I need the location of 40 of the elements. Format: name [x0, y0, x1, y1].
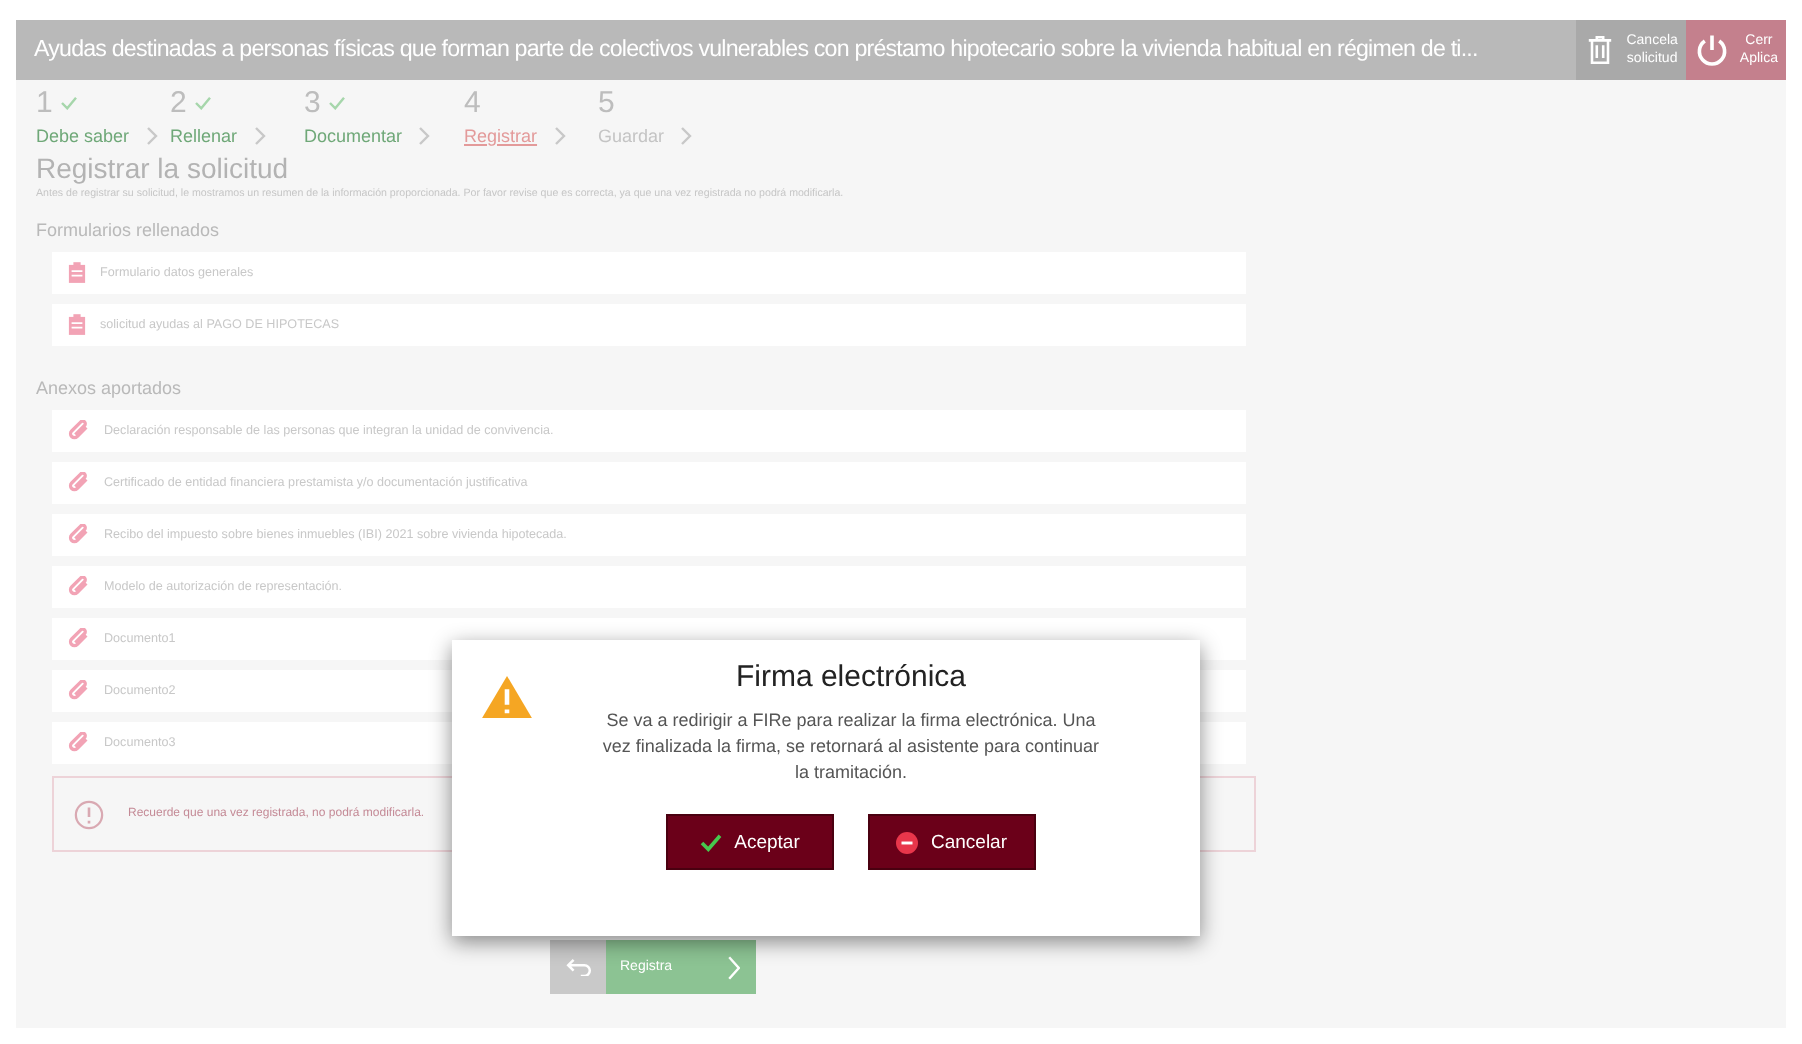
- minus-circle-icon: [896, 831, 919, 853]
- paperclip-icon: [68, 524, 90, 546]
- back-button[interactable]: [550, 940, 606, 994]
- paperclip-icon: [68, 732, 90, 754]
- step-link[interactable]: Debe saber: [36, 126, 130, 146]
- paperclip-icon: [68, 680, 90, 702]
- paperclip-icon: [68, 472, 90, 494]
- trash-icon: [1584, 34, 1617, 66]
- accept-button[interactable]: Aceptar: [666, 814, 834, 870]
- paperclip-icon: [68, 420, 90, 442]
- exclamation-icon: [74, 799, 104, 829]
- chevron-icon: [728, 955, 740, 979]
- chevron-icon: [680, 126, 693, 146]
- step-number: 4: [464, 86, 481, 120]
- chevron-icon: [553, 126, 566, 146]
- paperclip-icon: [68, 628, 90, 650]
- clipboard-icon: [68, 262, 86, 284]
- paperclip-icon: [68, 576, 90, 598]
- step-number: 1: [36, 86, 53, 120]
- check-icon: [700, 833, 723, 851]
- power-icon: [1693, 32, 1730, 68]
- chevron-icon: [253, 126, 266, 146]
- section-title: Anexos aportados: [36, 378, 184, 398]
- section-heading: Registrar la solicitud: [36, 152, 291, 184]
- cancel-button[interactable]: Cancelar: [868, 814, 1036, 870]
- clipboard-icon: [68, 314, 86, 336]
- chevron-icon: [418, 126, 431, 146]
- return-arrow-icon: [565, 958, 591, 976]
- page-title: Ayudas destinadas a personas físicas que forman parte de colectivos vulnerables con préstamo hipotecario sobre la vivienda habitual en régimen de ti...: [32, 34, 1480, 66]
- step-number: 2: [170, 86, 187, 120]
- section-title: Formularios rellenados: [36, 220, 222, 240]
- dialog-message: Se va a redirigir a FIRe para realizar la firma electrónica. Una vez finalizada la firma, se retornará al asistente para continuar la tramitación.: [601, 708, 1101, 786]
- step-number: 3: [304, 86, 321, 120]
- step-link[interactable]: Registrar: [464, 126, 538, 146]
- warning-icon: [480, 674, 534, 720]
- chevron-icon: [145, 126, 158, 146]
- dialog-title: Firma electrónica: [735, 660, 967, 694]
- step-link[interactable]: Rellenar: [170, 126, 238, 146]
- step-number: 5: [598, 86, 615, 120]
- step-link[interactable]: Documentar: [304, 126, 403, 146]
